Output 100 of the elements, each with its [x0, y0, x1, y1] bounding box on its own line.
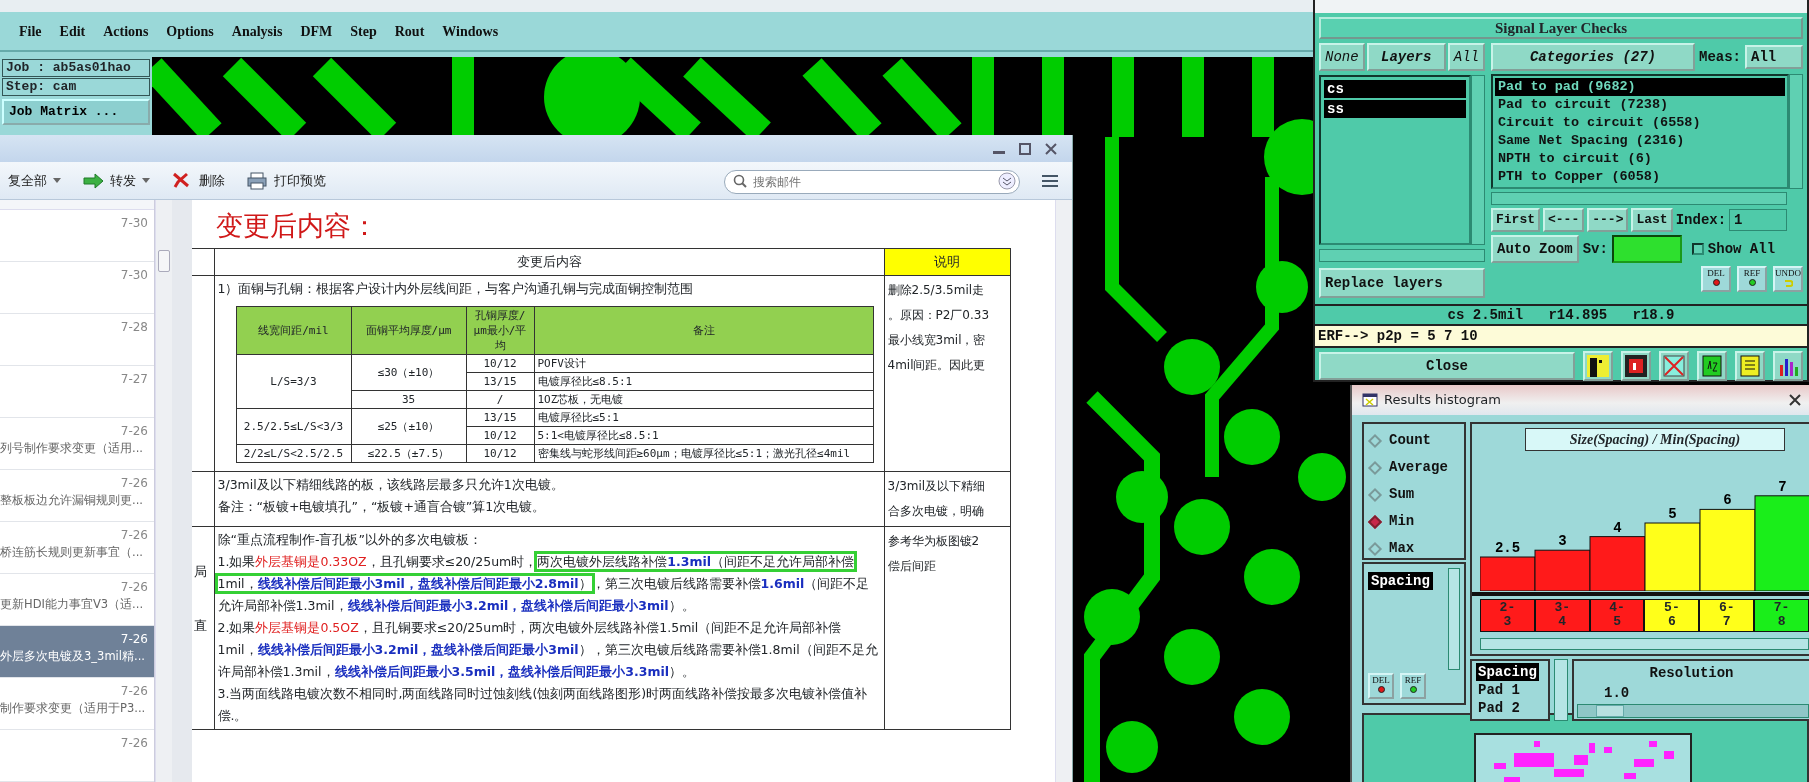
category-item[interactable]: PTH to Copper (6058): [1495, 168, 1785, 186]
checkbox[interactable]: [1691, 243, 1704, 255]
mail-item[interactable]: 7-26 制作要求变更（适用于P3...: [0, 678, 154, 730]
mail-item[interactable]: 7-30: [0, 262, 154, 314]
maximize-icon[interactable]: [1018, 141, 1032, 156]
scrollbar[interactable]: [1789, 74, 1803, 189]
undo-button[interactable]: UNDO: [1773, 266, 1803, 292]
table-cell: ≤30（±10）: [351, 354, 466, 391]
forward-button[interactable]: 转发: [75, 168, 158, 193]
crossed-out-icon[interactable]: [1663, 355, 1685, 377]
menu-item[interactable]: Step: [341, 20, 386, 42]
mail-item[interactable]: 7-30: [0, 210, 154, 262]
job-matrix-button[interactable]: Job Matrix ...: [2, 99, 150, 125]
mail-item[interactable]: 7-28: [0, 314, 154, 366]
print-button[interactable]: 打印预览: [239, 168, 334, 193]
menu-item[interactable]: File: [10, 20, 51, 42]
mail-item[interactable]: 7-26 整板板边允许漏铜规则更...: [0, 470, 154, 522]
category-item[interactable]: NPTH to circuit (6): [1495, 150, 1785, 168]
list-item[interactable]: Pad 1: [1476, 681, 1522, 699]
all-button[interactable]: All: [1447, 43, 1485, 71]
layer-item[interactable]: cs: [1324, 80, 1466, 98]
mail-subject: 更新HDI能力事宜V3（适...: [0, 596, 145, 613]
previous-button[interactable]: <---: [1543, 208, 1585, 232]
category-item[interactable]: Same Net Spacing (2316): [1495, 132, 1785, 150]
window-icon: [1362, 393, 1378, 407]
close-icon[interactable]: [1789, 394, 1801, 406]
mail-date: 7-30: [120, 215, 148, 232]
replace-layers-dropdown[interactable]: Replace layers: [1319, 268, 1485, 298]
scrollbar[interactable]: [1319, 249, 1485, 262]
document-icon[interactable]: [1701, 355, 1723, 377]
layer-item[interactable]: ss: [1324, 100, 1466, 118]
column-header: 备注: [534, 306, 873, 355]
menu-item[interactable]: Analysis: [222, 20, 292, 42]
mail-subject: 整板板边允许漏铜规则更...: [0, 492, 144, 509]
scrollbar[interactable]: [1491, 192, 1787, 205]
close-icon[interactable]: [1044, 141, 1058, 156]
list-item[interactable]: Pad 2: [1476, 699, 1522, 717]
column-header: 面铜平均厚度/μm: [351, 306, 466, 355]
last-button[interactable]: Last: [1631, 208, 1673, 232]
first-button[interactable]: First: [1491, 208, 1540, 232]
mail-item[interactable]: 7-26 桥连筋长规则更新事宜（...: [0, 522, 154, 574]
category-item[interactable]: Pad to circuit (7238): [1495, 96, 1785, 114]
mail-subject: 列号制作要求变更（适用...: [0, 440, 144, 457]
search-field[interactable]: 搜索邮件: [724, 169, 1020, 194]
record-icon[interactable]: [1625, 355, 1647, 377]
list-item[interactable]: Spacing: [1368, 572, 1433, 590]
auto-zoom-dropdown[interactable]: Auto Zoom: [1491, 235, 1579, 263]
menu-item[interactable]: Rout: [385, 20, 434, 42]
table-cell: 10/12: [466, 426, 534, 445]
mail-item[interactable]: 7-27: [0, 366, 154, 418]
column-header: 线宽间距/mil: [236, 306, 351, 355]
note-icon[interactable]: [1739, 355, 1761, 377]
scrollbar[interactable]: [1554, 659, 1568, 721]
value-label: 4: [1613, 519, 1622, 536]
job-name: Job : ab5as01hao: [2, 59, 150, 77]
delete-button[interactable]: 删除: [164, 168, 233, 193]
meas-dropdown[interactable]: All: [1745, 45, 1803, 69]
menu-icon[interactable]: [1042, 173, 1058, 188]
status-line: cs 2.5mil r14.895 r18.9: [1315, 304, 1807, 326]
menu-item[interactable]: DFM: [291, 20, 342, 42]
dropdown-icon[interactable]: [998, 171, 1016, 190]
list-item[interactable]: Spacing: [1476, 663, 1539, 681]
resolution-label: Resolution: [1648, 664, 1735, 683]
radio-option[interactable]: Min: [1364, 508, 1421, 535]
delete-button[interactable]: DEL: [1701, 266, 1731, 292]
slider-thumb[interactable]: [1596, 705, 1625, 717]
category-item[interactable]: Circuit to circuit (6558): [1495, 114, 1785, 132]
mail-date: 7-26: [120, 527, 148, 544]
radio-option[interactable]: Average: [1364, 454, 1454, 481]
scrollbar[interactable]: [1448, 568, 1460, 670]
mail-item[interactable]: 7-26 外层多次电镀及3_3mil精...: [0, 626, 154, 678]
mail-date: 7-26: [120, 475, 148, 492]
delete-button[interactable]: DEL: [1368, 673, 1394, 699]
close-button[interactable]: Close: [1319, 352, 1575, 380]
mail-item[interactable]: 7-26: [0, 730, 154, 782]
reference-button[interactable]: REF: [1737, 266, 1767, 292]
person-icon[interactable]: [1587, 355, 1609, 377]
radio-option[interactable]: Sum: [1364, 481, 1421, 508]
reference-button[interactable]: REF: [1400, 673, 1426, 699]
value-label: 3: [1558, 533, 1567, 550]
mail-date: 7-30: [120, 267, 148, 284]
mail-item[interactable]: 7-26 列号制作要求变更（适用...: [0, 418, 154, 470]
menu-item[interactable]: Windows: [433, 20, 508, 42]
sv-label: Sv:: [1582, 239, 1608, 259]
index-field[interactable]: 1: [1729, 209, 1788, 231]
radio-option[interactable]: Count: [1364, 427, 1437, 454]
menu-item[interactable]: Edit: [50, 20, 95, 42]
radio-option[interactable]: Max: [1364, 535, 1421, 562]
menu-item[interactable]: Options: [157, 20, 223, 42]
cell-text: 直: [194, 617, 208, 635]
next-button[interactable]: --->: [1587, 208, 1629, 232]
scrollbar[interactable]: [1471, 75, 1485, 245]
show-all-label: Show All: [1707, 239, 1776, 259]
category-item[interactable]: Pad to pad (9682): [1495, 78, 1785, 96]
note-text: 最小线宽3mil，密: [887, 332, 987, 349]
axis-label: 3-4: [1534, 599, 1590, 632]
severity-dropdown[interactable]: [1611, 235, 1682, 263]
menu-item[interactable]: Actions: [94, 20, 158, 42]
scrollbar[interactable]: [1480, 638, 1809, 650]
none-button[interactable]: None: [1319, 43, 1365, 71]
